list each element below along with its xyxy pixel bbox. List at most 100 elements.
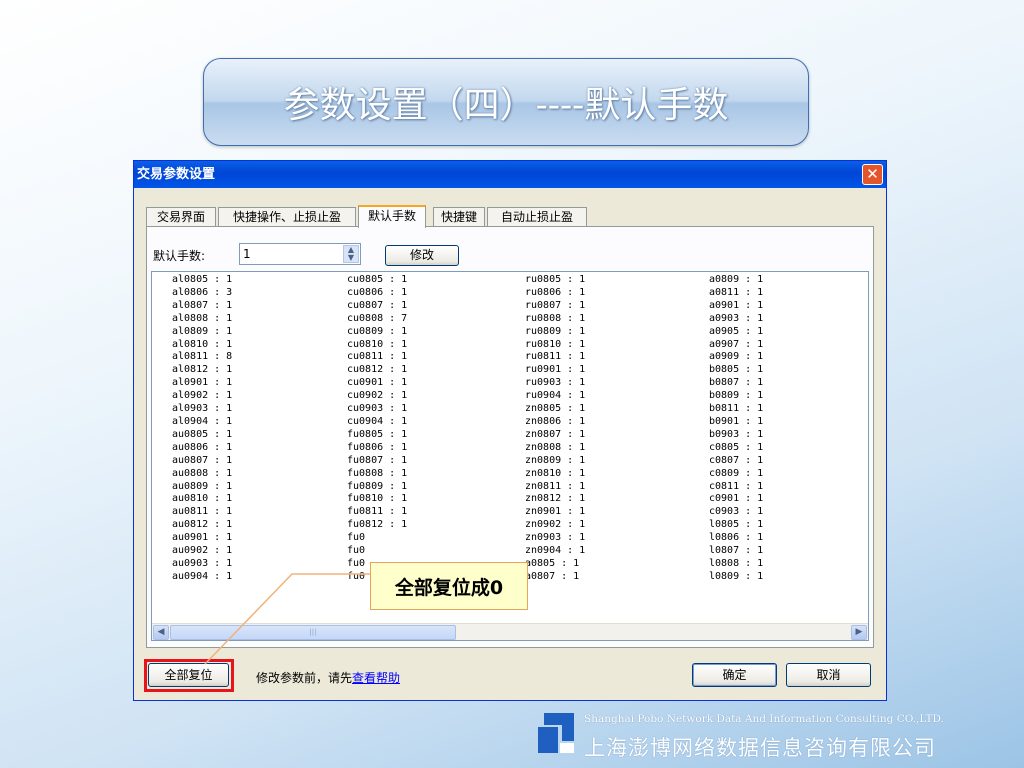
list-item[interactable]: ru0904 : 1 [525, 390, 709, 403]
list-item[interactable]: b0811 : 1 [709, 403, 859, 416]
list-item[interactable]: ru0806 : 1 [525, 287, 709, 300]
list-item[interactable]: al0902 : 1 [172, 390, 347, 403]
list-item[interactable]: fu0807 : 1 [347, 455, 525, 468]
list-item[interactable]: al0901 : 1 [172, 377, 347, 390]
tab-default-lots[interactable]: 默认手数 [358, 205, 426, 228]
list-item[interactable]: al0806 : 3 [172, 287, 347, 300]
list-item[interactable]: zn0903 : 1 [525, 532, 709, 545]
list-item[interactable]: cu0807 : 1 [347, 300, 525, 313]
list-item[interactable]: au0903 : 1 [172, 558, 347, 571]
list-item[interactable]: a0903 : 1 [709, 313, 859, 326]
list-item[interactable]: au0902 : 1 [172, 545, 347, 558]
tab-trade-ui[interactable]: 交易界面 [146, 207, 216, 227]
list-item[interactable]: a0809 : 1 [709, 274, 859, 287]
list-item[interactable]: au0811 : 1 [172, 506, 347, 519]
scroll-left-icon[interactable]: ◀ [153, 625, 169, 640]
list-item[interactable]: l0808 : 1 [709, 558, 859, 571]
list-item[interactable]: au0809 : 1 [172, 481, 347, 494]
list-item[interactable]: cu0810 : 1 [347, 339, 525, 352]
list-item[interactable]: al0807 : 1 [172, 300, 347, 313]
list-item[interactable]: cu0808 : 7 [347, 313, 525, 326]
list-item[interactable]: zn0809 : 1 [525, 455, 709, 468]
list-item[interactable]: fu0805 : 1 [347, 429, 525, 442]
list-item[interactable]: cu0904 : 1 [347, 416, 525, 429]
list-item[interactable]: b0809 : 1 [709, 390, 859, 403]
help-link[interactable]: 查看帮助 [352, 671, 400, 685]
list-item[interactable]: cu0903 : 1 [347, 403, 525, 416]
list-item[interactable]: cu0812 : 1 [347, 364, 525, 377]
list-item[interactable]: a0807 : 1 [525, 571, 709, 584]
tab-hotkeys[interactable]: 快捷键 [433, 207, 485, 227]
close-icon[interactable]: ✕ [862, 164, 883, 185]
list-item[interactable]: au0901 : 1 [172, 532, 347, 545]
list-item[interactable]: al0808 : 1 [172, 313, 347, 326]
list-item[interactable]: ru0809 : 1 [525, 326, 709, 339]
list-item[interactable]: cu0901 : 1 [347, 377, 525, 390]
list-item[interactable]: l0809 : 1 [709, 571, 859, 584]
modify-button[interactable]: 修改 [385, 245, 459, 266]
list-item[interactable]: c0811 : 1 [709, 481, 859, 494]
list-item[interactable]: fu0809 : 1 [347, 481, 525, 494]
list-item[interactable]: zn0901 : 1 [525, 506, 709, 519]
list-item[interactable]: l0807 : 1 [709, 545, 859, 558]
tab-auto-stop[interactable]: 自动止损止盈 [487, 207, 587, 227]
list-item[interactable]: fu0811 : 1 [347, 506, 525, 519]
list-item[interactable]: al0903 : 1 [172, 403, 347, 416]
list-item[interactable]: zn0808 : 1 [525, 442, 709, 455]
list-item[interactable]: ru0807 : 1 [525, 300, 709, 313]
list-item[interactable]: b0807 : 1 [709, 377, 859, 390]
list-item[interactable]: al0805 : 1 [172, 274, 347, 287]
list-item[interactable]: b0903 : 1 [709, 429, 859, 442]
list-item[interactable]: a0805 : 1 [525, 558, 709, 571]
list-item[interactable]: cu0902 : 1 [347, 390, 525, 403]
list-item[interactable]: au0812 : 1 [172, 519, 347, 532]
horizontal-scrollbar[interactable]: ◀ ||| ▶ [152, 623, 868, 640]
default-lots-spinner[interactable]: 1 ▲ ▼ [239, 243, 361, 265]
list-item[interactable]: c0901 : 1 [709, 493, 859, 506]
list-item[interactable]: au0808 : 1 [172, 468, 347, 481]
tab-shortcut-ops[interactable]: 快捷操作、止损止盈 [218, 207, 356, 227]
list-item[interactable]: a0909 : 1 [709, 351, 859, 364]
list-item[interactable]: ru0903 : 1 [525, 377, 709, 390]
scroll-right-icon[interactable]: ▶ [851, 625, 867, 640]
list-item[interactable]: au0810 : 1 [172, 493, 347, 506]
list-item[interactable]: au0904 : 1 [172, 571, 347, 584]
list-item[interactable]: au0806 : 1 [172, 442, 347, 455]
list-item[interactable]: cu0809 : 1 [347, 326, 525, 339]
list-item[interactable]: al0810 : 1 [172, 339, 347, 352]
list-item[interactable]: fu0810 : 1 [347, 493, 525, 506]
list-item[interactable]: ru0805 : 1 [525, 274, 709, 287]
dialog-titlebar[interactable]: 交易参数设置 ✕ [134, 161, 886, 188]
list-item[interactable]: a0905 : 1 [709, 326, 859, 339]
list-item[interactable]: fu0808 : 1 [347, 468, 525, 481]
list-item[interactable]: a0811 : 1 [709, 287, 859, 300]
list-item[interactable]: cu0805 : 1 [347, 274, 525, 287]
list-item[interactable]: l0805 : 1 [709, 519, 859, 532]
list-item[interactable]: ru0901 : 1 [525, 364, 709, 377]
list-item[interactable]: zn0807 : 1 [525, 429, 709, 442]
list-item[interactable]: zn0810 : 1 [525, 468, 709, 481]
list-item[interactable]: al0904 : 1 [172, 416, 347, 429]
spinner-arrows-icon[interactable]: ▲ ▼ [343, 245, 359, 263]
list-item[interactable]: a0901 : 1 [709, 300, 859, 313]
list-item[interactable]: au0805 : 1 [172, 429, 347, 442]
list-item[interactable]: fu0 [347, 532, 525, 545]
list-item[interactable]: zn0805 : 1 [525, 403, 709, 416]
list-item[interactable]: b0901 : 1 [709, 416, 859, 429]
list-item[interactable]: al0809 : 1 [172, 326, 347, 339]
list-item[interactable]: al0811 : 8 [172, 351, 347, 364]
list-item[interactable]: au0807 : 1 [172, 455, 347, 468]
list-item[interactable]: zn0904 : 1 [525, 545, 709, 558]
list-item[interactable]: cu0811 : 1 [347, 351, 525, 364]
list-item[interactable]: zn0812 : 1 [525, 493, 709, 506]
list-item[interactable]: fu0 [347, 545, 525, 558]
list-item[interactable]: c0805 : 1 [709, 442, 859, 455]
list-item[interactable]: al0812 : 1 [172, 364, 347, 377]
list-item[interactable]: cu0806 : 1 [347, 287, 525, 300]
list-item[interactable]: zn0902 : 1 [525, 519, 709, 532]
list-item[interactable]: fu0806 : 1 [347, 442, 525, 455]
list-item[interactable]: fu0812 : 1 [347, 519, 525, 532]
list-item[interactable]: b0805 : 1 [709, 364, 859, 377]
list-item[interactable]: zn0806 : 1 [525, 416, 709, 429]
list-item[interactable]: ru0808 : 1 [525, 313, 709, 326]
